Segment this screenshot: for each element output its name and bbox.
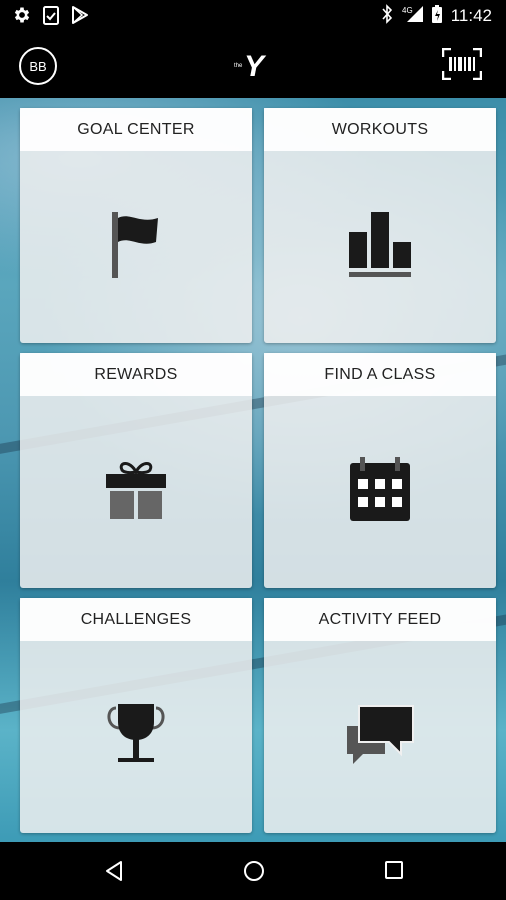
svg-text:4G: 4G xyxy=(402,6,413,15)
status-bar: 4G 11:42 xyxy=(0,0,506,32)
tile-label: CHALLENGES xyxy=(20,598,252,641)
signal-4g-icon: 4G xyxy=(401,4,423,28)
clipboard-check-icon xyxy=(42,5,60,29)
status-right-icons: 4G 11:42 xyxy=(381,4,492,28)
tile-challenges[interactable]: CHALLENGES xyxy=(20,598,252,833)
tile-rewards[interactable]: REWARDS xyxy=(20,353,252,588)
chat-bubbles-icon xyxy=(345,704,415,770)
flag-icon xyxy=(110,210,162,284)
trophy-icon xyxy=(104,702,168,772)
calendar-icon xyxy=(348,457,412,527)
tile-label: ACTIVITY FEED xyxy=(264,598,496,641)
tile-label: REWARDS xyxy=(20,353,252,396)
tile-workouts[interactable]: WORKOUTS xyxy=(264,108,496,343)
avatar[interactable]: BB xyxy=(19,47,57,85)
gift-icon xyxy=(104,458,168,526)
bar-chart-icon xyxy=(347,210,413,284)
tile-label: WORKOUTS xyxy=(264,108,496,151)
play-store-icon xyxy=(70,5,90,29)
barcode-scan-icon xyxy=(441,47,483,84)
app-bar: BB the Y xyxy=(0,32,506,98)
avatar-initials: BB xyxy=(29,58,47,74)
tile-activity-feed[interactable]: ACTIVITY FEED xyxy=(264,598,496,833)
tile-find-a-class[interactable]: FIND A CLASS xyxy=(264,353,496,588)
battery-icon xyxy=(431,4,443,28)
tile-label: GOAL CENTER xyxy=(20,108,252,151)
dashboard-grid: GOAL CENTER WORKOUTS REWARDS FIND A CLAS… xyxy=(0,98,506,842)
svg-text:Y: Y xyxy=(244,50,267,80)
svg-text:the: the xyxy=(234,63,243,69)
home-icon[interactable] xyxy=(243,860,265,886)
status-left-icons xyxy=(12,5,90,29)
tile-goal-center[interactable]: GOAL CENTER xyxy=(20,108,252,343)
tile-label: FIND A CLASS xyxy=(264,353,496,396)
back-icon[interactable] xyxy=(104,860,124,886)
settings-icon xyxy=(12,5,32,29)
bluetooth-icon xyxy=(381,4,393,28)
clock-time: 11:42 xyxy=(450,6,492,25)
ymca-logo: the Y xyxy=(234,50,272,84)
barcode-scan-button[interactable] xyxy=(441,47,483,84)
system-nav-bar xyxy=(0,842,506,900)
recents-icon[interactable] xyxy=(384,860,404,884)
